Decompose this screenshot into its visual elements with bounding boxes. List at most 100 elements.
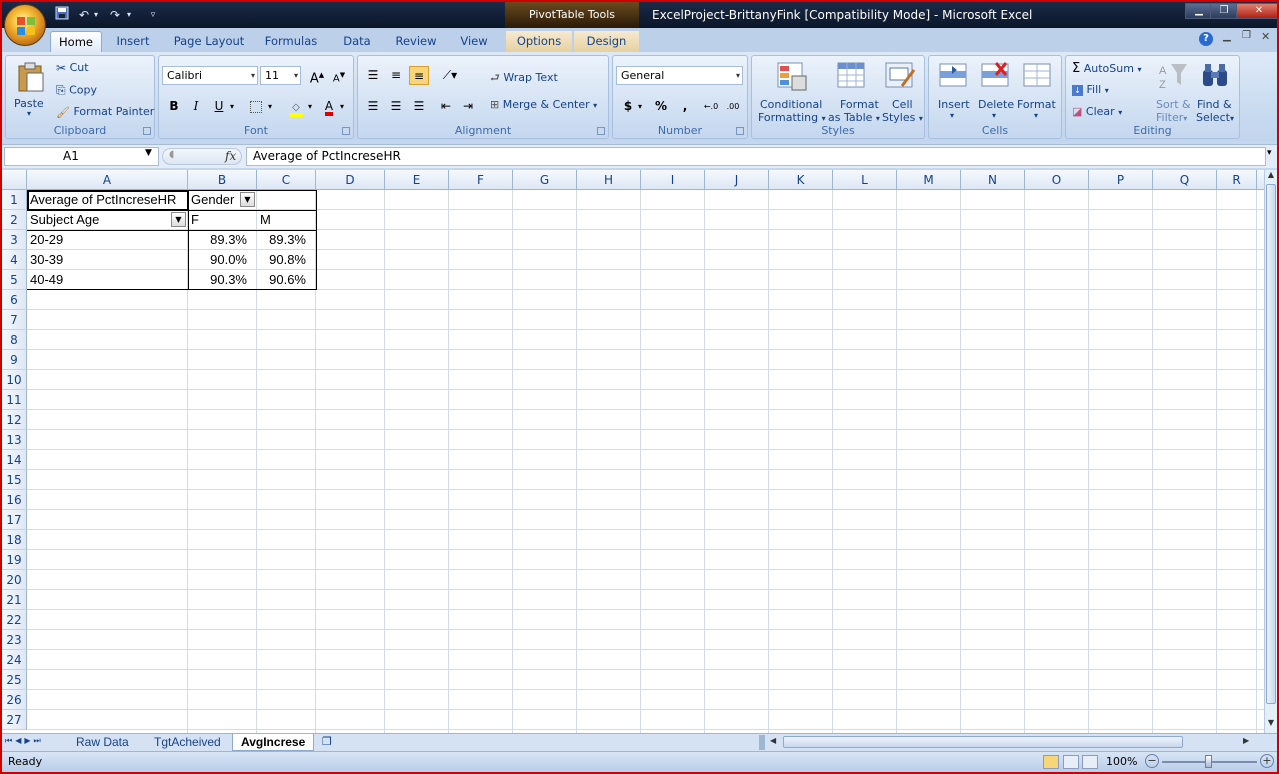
chevron-down-icon[interactable]: ▾ [337,97,347,116]
name-box[interactable]: A1 [4,147,159,166]
column-header-i[interactable]: I [641,170,705,190]
chevron-down-icon[interactable]: ▾ [265,97,275,116]
column-header-l[interactable]: L [833,170,897,190]
scroll-right-icon[interactable]: ▶ [1243,736,1249,745]
column-header-r[interactable]: R [1217,170,1257,190]
redo-dropdown-icon[interactable]: ▾ [125,6,133,24]
zoom-out-icon[interactable]: − [1145,754,1159,768]
undo-dropdown-icon[interactable]: ▾ [92,6,100,24]
horizontal-scroll-thumb[interactable] [783,736,1183,748]
underline-button[interactable]: U [209,97,229,116]
column-header-b[interactable]: B [188,170,257,190]
tab-design[interactable]: Design [574,31,639,52]
sheet-tab-raw-data[interactable]: Raw Data [68,734,137,751]
column-header-k[interactable]: K [769,170,833,190]
orientation-icon[interactable]: ⟋▾ [436,66,464,85]
tab-page-layout[interactable]: Page Layout [168,31,250,52]
borders-button[interactable] [246,97,266,116]
save-icon[interactable] [54,6,70,24]
column-header-j[interactable]: J [705,170,769,190]
row-header-6[interactable]: 6 [2,290,27,310]
cell-styles-button[interactable]: Cell Styles ▾ [878,58,923,124]
row-header-17[interactable]: 17 [2,510,27,530]
clipboard-launcher-icon[interactable] [143,127,151,135]
font-family-select[interactable]: Calibri ▾ [162,66,258,85]
expand-icon[interactable]: ◖ [169,149,174,160]
wrap-text-button[interactable]: ⮐ Wrap Text [490,69,558,88]
row-header-27[interactable]: 27 [2,710,27,730]
format-as-table-button[interactable]: Format as Table ▾ [826,58,880,124]
maximize-button[interactable]: ❐ [1210,3,1238,19]
row-header-7[interactable]: 7 [2,310,27,330]
percent-button[interactable]: % [651,97,671,116]
italic-button[interactable]: I [186,97,206,116]
align-center-icon[interactable]: ☰ [386,97,406,116]
column-header-o[interactable]: O [1025,170,1089,190]
tab-insert[interactable]: Insert [110,31,156,52]
number-launcher-icon[interactable] [736,127,744,135]
font-color-button[interactable]: A [319,97,339,116]
column-header-g[interactable]: G [513,170,577,190]
scroll-left-icon[interactable]: ◀ [770,736,776,745]
vertical-scroll-thumb[interactable] [1266,184,1276,704]
tab-formulas[interactable]: Formulas [260,31,322,52]
comma-button[interactable]: , [675,97,695,116]
number-format-select[interactable]: General ▾ [616,66,743,85]
align-right-icon[interactable]: ☰ [409,97,429,116]
row-header-1[interactable]: 1 [2,190,27,210]
copy-button[interactable]: ⎘ Copy [56,83,97,98]
row-header-20[interactable]: 20 [2,570,27,590]
decrease-decimal-icon[interactable]: .00 [723,97,743,116]
chevron-down-icon[interactable]: ▾ [635,97,645,116]
row-header-15[interactable]: 15 [2,470,27,490]
page-break-view-icon[interactable] [1082,755,1098,769]
cut-button[interactable]: ✂ Cut [56,61,89,75]
decrease-indent-icon[interactable]: ⇤ [436,97,456,116]
row-header-4[interactable]: 4 [2,250,27,270]
office-button[interactable] [4,4,46,46]
paste-button[interactable]: Paste ▾ [12,59,50,119]
tab-home[interactable]: Home [50,31,102,52]
help-icon[interactable]: ? [1199,32,1213,46]
row-header-9[interactable]: 9 [2,350,27,370]
column-header-a[interactable]: A [27,170,188,190]
find-select-button[interactable]: Find & Select▾ [1194,58,1238,124]
chevron-down-icon[interactable]: ▾ [305,97,315,116]
clear-button[interactable]: ◪ Clear ▾ [1072,105,1122,118]
row-header-2[interactable]: 2 [2,210,27,230]
sort-filter-button[interactable]: AZ Sort & Filter▾ [1152,58,1194,124]
row-header-23[interactable]: 23 [2,630,27,650]
increase-decimal-icon[interactable]: ←.0 [701,97,721,116]
conditional-formatting-button[interactable]: Conditional Formatting ▾ [756,58,826,124]
align-left-icon[interactable]: ☰ [363,97,383,116]
row-header-26[interactable]: 26 [2,690,27,710]
row-header-8[interactable]: 8 [2,330,27,350]
delete-cells-button[interactable]: Delete ▾ [975,58,1017,124]
sheet-tab-tgtacheived[interactable]: TgtAcheived [146,734,229,751]
tab-view[interactable]: View [453,31,495,52]
grow-font-button[interactable]: A▲ [307,66,327,86]
row-header-21[interactable]: 21 [2,590,27,610]
row-header-22[interactable]: 22 [2,610,27,630]
sheet-nav-icons[interactable]: ⏮◀▶⏭ [5,736,44,746]
row-header-24[interactable]: 24 [2,650,27,670]
font-launcher-icon[interactable] [342,127,350,135]
row-header-14[interactable]: 14 [2,450,27,470]
align-top-icon[interactable]: ☰ [363,66,383,85]
font-size-select[interactable]: 11 ▾ [260,66,301,85]
row-header-5[interactable]: 5 [2,270,27,290]
autosum-button[interactable]: Σ AutoSum ▾ [1072,61,1141,76]
ribbon-restore-icon[interactable]: ❐ [1242,30,1251,41]
column-header-p[interactable]: P [1089,170,1153,190]
shrink-font-button[interactable]: A▼ [329,66,349,85]
row-header-25[interactable]: 25 [2,670,27,690]
page-layout-view-icon[interactable] [1063,755,1079,769]
sheet-tab-avgincrese[interactable]: AvgIncrese [232,734,315,751]
ribbon-minimize-icon[interactable]: ▁ [1223,31,1231,42]
scroll-down-icon[interactable]: ▼ [1265,718,1277,730]
row-header-10[interactable]: 10 [2,370,27,390]
tab-options[interactable]: Options [506,31,572,52]
merge-center-button[interactable]: ⊞ Merge & Center ▾ [490,98,597,111]
workbook-close-icon[interactable]: ✕ [1261,30,1270,43]
zoom-in-icon[interactable]: + [1260,754,1274,768]
